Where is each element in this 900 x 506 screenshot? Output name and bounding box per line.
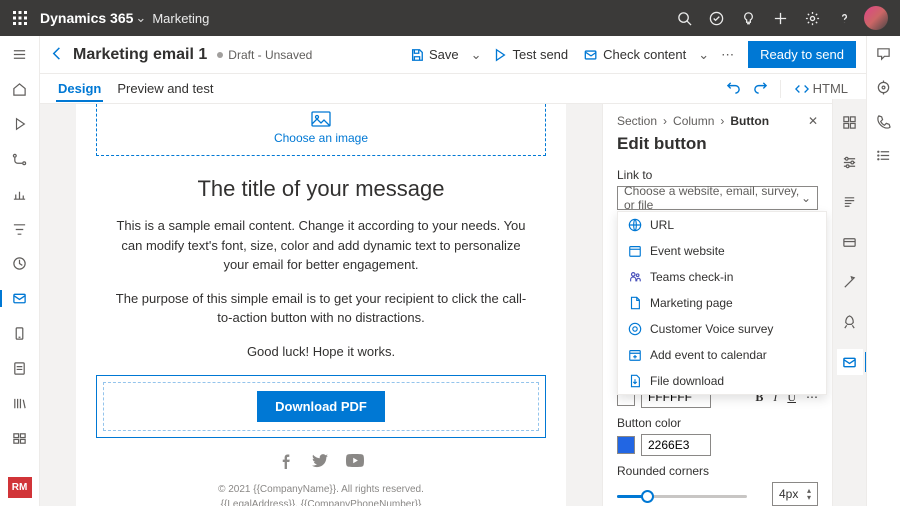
option-customer-voice[interactable]: Customer Voice survey [618,316,826,342]
rounded-slider[interactable] [617,495,747,498]
option-teams-checkin[interactable]: Teams check-in [618,264,826,290]
mobile-icon[interactable] [6,323,34,344]
close-icon[interactable]: ✕ [808,114,818,128]
rocket-icon[interactable] [837,309,863,335]
task-icon[interactable] [700,2,732,34]
ready-to-send-button[interactable]: Ready to send [748,41,856,68]
rounded-label: Rounded corners [617,464,818,478]
choose-image-label: Choose an image [274,131,368,145]
assets-icon[interactable] [6,428,34,449]
personalize-icon[interactable] [837,269,863,295]
phone-icon[interactable] [876,114,891,132]
buttoncolor-label: Button color [617,416,818,430]
option-file-download[interactable]: File download [618,368,826,394]
facebook-icon[interactable] [279,454,294,472]
twitter-icon[interactable] [312,454,328,472]
add-icon[interactable] [764,2,796,34]
email-title[interactable]: The title of your message [96,176,546,202]
app-launcher[interactable] [8,6,32,30]
youtube-icon[interactable] [346,454,364,472]
linkto-label: Link to [617,168,818,182]
option-url[interactable]: URL [618,212,826,238]
email-para-2[interactable]: The purpose of this simple email is to g… [110,289,532,328]
clock-icon[interactable] [6,254,34,275]
linkto-combobox[interactable]: Choose a website, email, survey, or file… [617,186,818,210]
checklist-icon[interactable] [876,148,891,166]
page-title: Marketing email 1 [73,46,207,64]
back-button[interactable] [50,46,65,64]
image-placeholder[interactable]: Choose an image [96,104,546,156]
breadcrumb-button: Button [730,114,769,128]
gear-icon[interactable] [796,2,828,34]
avatar[interactable] [864,6,888,30]
chat-icon[interactable] [876,46,891,64]
option-marketing-page[interactable]: Marketing page [618,290,826,316]
styles-icon[interactable] [837,189,863,215]
chevron-down-icon: ⌄ [801,191,811,205]
check-split[interactable]: ⌄ [694,47,713,63]
tab-design[interactable]: Design [50,76,109,101]
option-event-website[interactable]: Event website [618,238,826,264]
more-commands[interactable]: ⋯ [713,47,742,63]
save-button[interactable]: Save [402,43,467,66]
buttoncolor-swatch[interactable] [617,436,635,454]
layers-icon[interactable] [837,229,863,255]
undo-button[interactable] [720,76,747,102]
email-para-3[interactable]: Good luck! Hope it works. [110,342,532,362]
tab-preview[interactable]: Preview and test [109,76,221,101]
redo-button[interactable] [747,76,774,102]
html-toggle[interactable]: HTML [787,77,856,100]
draft-status: Draft - Unsaved [217,48,312,62]
forms-icon[interactable] [6,358,34,379]
settings-icon[interactable] [837,149,863,175]
help-icon[interactable] [828,2,860,34]
test-send-button[interactable]: Test send [485,43,576,66]
panel-title: Edit button [617,134,818,154]
search-icon[interactable] [668,2,700,34]
brand-area: Marketing [152,11,209,26]
assist-icon[interactable] [876,80,891,98]
play-icon[interactable] [6,114,34,135]
option-add-event[interactable]: Add event to calendar [618,342,826,368]
check-content-button[interactable]: Check content [576,43,694,66]
buttoncolor-input[interactable] [641,434,711,456]
rounded-input[interactable]: 4px▴▾ [772,482,818,506]
email-footer: © 2021 {{CompanyName}}. All rights reser… [96,482,546,506]
journey-icon[interactable] [6,149,34,170]
filter-icon[interactable] [6,219,34,240]
library-icon[interactable] [6,393,34,414]
linkto-dropdown: URL Event website Teams check-in Marketi… [617,211,827,395]
email-cta-button[interactable]: Download PDF [257,391,385,422]
brand-chevron[interactable]: ⌄ [135,10,146,26]
brand: Dynamics 365 [40,10,133,26]
social-row [96,454,546,472]
elements-icon[interactable] [837,109,863,135]
breadcrumb-section[interactable]: Section [617,114,657,128]
menu-icon[interactable] [6,44,34,65]
analytics-icon[interactable] [6,184,34,205]
properties-icon[interactable] [837,349,863,375]
email-para-1[interactable]: This is a sample email content. Change i… [110,216,532,275]
bulb-icon[interactable] [732,2,764,34]
home-icon[interactable] [6,79,34,100]
mail-icon[interactable] [6,288,34,309]
breadcrumb-column[interactable]: Column [673,114,714,128]
org-badge[interactable]: RM [8,477,32,498]
save-split[interactable]: ⌄ [467,47,486,63]
button-block-selected[interactable]: Download PDF [96,375,546,438]
